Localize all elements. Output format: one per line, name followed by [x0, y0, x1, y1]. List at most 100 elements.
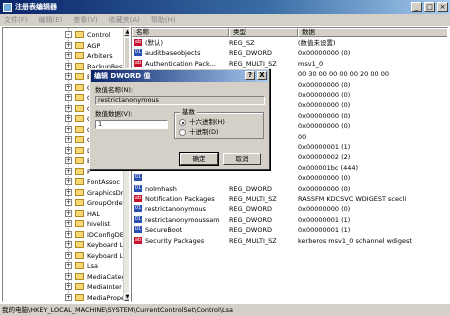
folder-icon [75, 251, 84, 259]
expand-icon[interactable]: + [65, 293, 72, 301]
tree-item[interactable]: + Keyboard L [3, 251, 123, 261]
value-row[interactable]: 01 SecureBoot REG_DWORD 0x00000001 (1) [132, 225, 447, 235]
value-row[interactable]: 01 restrictanonymous REG_DWORD 0x00000000 (… [132, 204, 447, 214]
value-name: (默认) [145, 39, 164, 47]
expand-icon[interactable]: + [65, 73, 72, 80]
close-button[interactable]: × [437, 2, 448, 12]
expand-icon[interactable]: + [65, 283, 72, 290]
ok-button[interactable]: 确定 [179, 152, 219, 166]
expand-icon[interactable]: + [65, 167, 72, 175]
cancel-button[interactable]: 取消 [223, 153, 261, 165]
maximize-button[interactable]: □ [424, 2, 435, 12]
expand-icon[interactable]: + [65, 83, 72, 91]
column-header-type[interactable]: 类型 [229, 28, 298, 37]
expand-icon[interactable]: + [65, 178, 72, 185]
tree-item[interactable]: + Keyboard L [3, 240, 123, 250]
value-data-field[interactable]: 1 [95, 120, 168, 129]
menu-view[interactable]: 查看(V) [73, 15, 97, 25]
tree-item[interactable]: + GroupOrder [3, 198, 125, 208]
status-bar: 我的电脑\HKEY_LOCAL_MACHINE\SYSTEM\CurrentCo… [0, 303, 450, 316]
expand-icon[interactable]: + [65, 136, 72, 143]
folder-icon [75, 178, 84, 185]
radio-hex[interactable] [179, 119, 186, 126]
expand-icon[interactable]: + [65, 125, 72, 133]
scroll-thumb[interactable] [124, 37, 129, 71]
radio-decimal-label[interactable]: 十进制(D) [189, 128, 219, 136]
value-row[interactable]: 01 auditbaseobjects REG_DWORD 0x00000000 (0… [132, 48, 447, 58]
tree-item[interactable]: + hivelist [3, 219, 123, 229]
menu-file[interactable]: 文件(F) [4, 15, 28, 25]
value-data: 0x00000000 (0) [298, 101, 351, 110]
expand-icon[interactable]: + [65, 272, 72, 280]
string-value-icon: ab [134, 59, 142, 67]
radio-decimal[interactable] [179, 129, 186, 136]
menu-favorites[interactable]: 收藏夹(A) [109, 15, 140, 25]
expand-icon[interactable]: + [65, 52, 72, 59]
collapse-icon[interactable]: - [65, 31, 72, 38]
scroll-down-arrow-icon[interactable]: ▼ [124, 293, 129, 301]
value-name: restrictanonymoussam [145, 215, 220, 224]
tree-item-label: hivelist [87, 220, 111, 228]
expand-icon[interactable]: + [65, 188, 72, 196]
tree-item[interactable]: + MediaPrope [3, 293, 125, 301]
expand-icon[interactable]: + [65, 115, 72, 122]
string-value-icon: ab [134, 39, 142, 46]
value-type: REG_DWORD [229, 205, 272, 214]
column-header-name[interactable]: 名称 [132, 28, 229, 37]
menu-edit[interactable]: 编辑(E) [39, 15, 63, 25]
expand-icon[interactable]: + [65, 209, 72, 217]
base-group: 基数 十六进制(H) 十进制(D) [174, 108, 264, 139]
window-title: 注册表编辑器 [15, 3, 57, 11]
dialog-close-button[interactable]: X [257, 71, 267, 80]
binary-value-icon: 01 [134, 215, 142, 223]
scroll-up-arrow-icon[interactable]: ▲ [124, 28, 129, 36]
expand-icon[interactable]: + [65, 220, 72, 227]
expand-icon[interactable]: + [65, 146, 72, 154]
tree-item[interactable]: + FontAssoc [3, 177, 123, 187]
tree-item[interactable]: + IDConfigDE [3, 230, 124, 240]
value-name: nolmhash [145, 184, 177, 193]
expand-icon[interactable]: + [65, 157, 72, 164]
tree-item[interactable]: + MediaInter [3, 282, 123, 292]
value-row[interactable]: 01 nolmhash REG_DWORD 0x00000000 (0) [132, 184, 447, 194]
expand-icon[interactable]: + [65, 104, 72, 112]
radio-hex-label[interactable]: 十六进制(H) [189, 118, 225, 126]
expand-icon[interactable]: + [65, 41, 72, 49]
value-name: restrictanonymous [145, 205, 206, 214]
tree-item[interactable]: + Arbiters [3, 51, 123, 61]
tree-item[interactable]: + AGP [3, 41, 123, 51]
tree-item[interactable]: + Lsa [3, 261, 123, 271]
expand-icon[interactable]: + [65, 199, 72, 206]
expand-icon[interactable]: + [65, 262, 72, 269]
tree-item[interactable]: - Control [3, 30, 123, 40]
value-data: 0x00000000 (0) [298, 80, 351, 89]
expand-icon[interactable]: + [65, 94, 72, 101]
column-header-data[interactable]: 数据 [298, 28, 447, 37]
tree-item[interactable]: + GraphicsDr [3, 188, 123, 198]
minimize-button[interactable]: _ [411, 2, 422, 12]
value-row[interactable]: ab Security Packages REG_MULTI_SZ kerberos … [132, 236, 447, 246]
binary-value-icon: 01 [134, 205, 142, 213]
folder-icon [75, 73, 84, 80]
tree-item-label: MediaCateg [87, 272, 126, 281]
expand-icon[interactable]: + [65, 62, 72, 70]
help-button[interactable]: ? [245, 71, 255, 80]
expand-icon[interactable]: + [65, 230, 72, 238]
expand-icon[interactable]: + [65, 241, 72, 248]
menu-help[interactable]: 帮助(H) [151, 15, 176, 25]
value-type: REG_DWORD [229, 184, 272, 193]
value-row[interactable]: 01 0x00000000 (0) [132, 173, 447, 183]
tree-item-label: AGP [87, 41, 101, 50]
tree-item[interactable]: + MediaCateg [3, 272, 126, 282]
value-data: 0x00000001 (1) [298, 226, 351, 235]
folder-icon [75, 41, 84, 49]
tree-item[interactable]: + HAL [3, 209, 123, 219]
value-data: 0x00000001 (1) [298, 215, 351, 224]
expand-icon[interactable]: + [65, 251, 72, 259]
value-row[interactable]: ab Notification Packages REG_MULTI_SZ RASSF… [132, 194, 447, 204]
folder-icon [75, 241, 84, 248]
folder-icon [75, 31, 84, 38]
value-row[interactable]: ab (默认) REG_SZ (数值未设置) [132, 38, 447, 48]
value-row[interactable]: 01 restrictanonymoussam REG_DWORD 0x0000000… [132, 215, 447, 225]
base-group-label: 基数 [180, 108, 197, 116]
